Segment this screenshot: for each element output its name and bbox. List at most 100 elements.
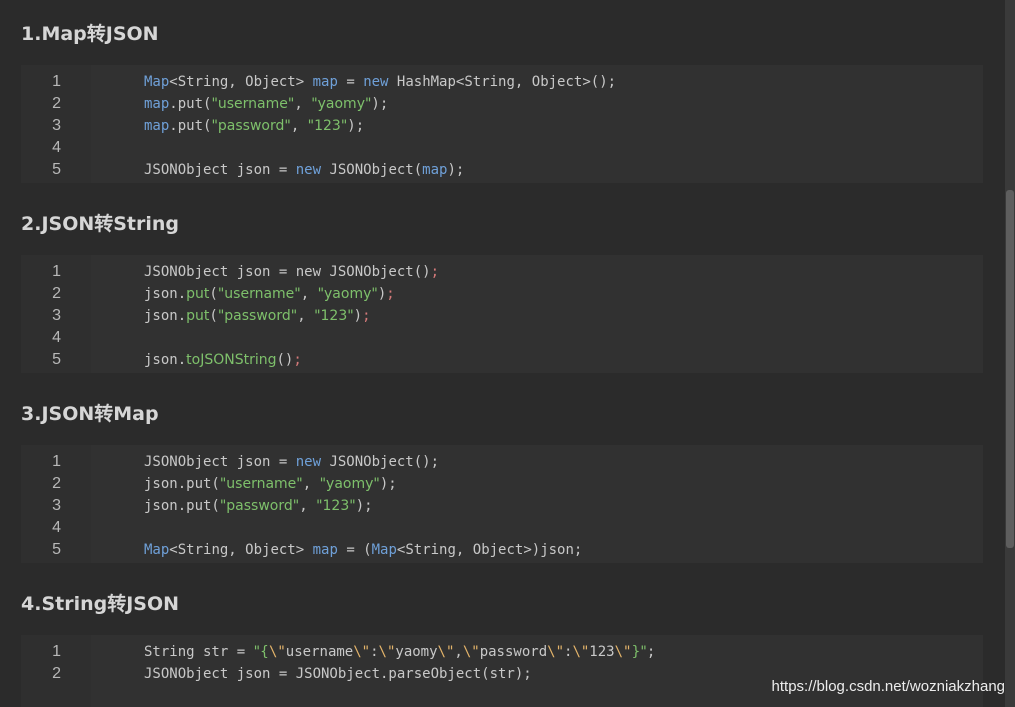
code-token: JSONObject( (321, 162, 423, 178)
code-text: JSONObject json = new JSONObject(); (144, 261, 439, 283)
code-token: ); (371, 96, 389, 112)
code-token: <String, Object>)json; (396, 542, 583, 558)
code-line: 4 (21, 517, 983, 539)
code-token: json.put( (144, 476, 220, 492)
code-token: = (337, 74, 364, 90)
line-number: 1 (52, 263, 61, 280)
code-token: ; (646, 644, 656, 660)
code-token: yaomy (395, 644, 438, 660)
code-token: json. (144, 352, 187, 368)
code-text: Map<String, Object> map = (Map<String, O… (144, 539, 582, 561)
code-token: new (295, 454, 322, 470)
code-token: , (300, 286, 318, 302)
code-block[interactable]: 1 String str = "{\"username\":\"yaomy\",\… (21, 635, 983, 707)
code-token: "123" (316, 498, 356, 514)
section-heading: 3.JSON转Map (21, 403, 159, 425)
code-token: .put( (169, 118, 212, 134)
line-number: 2 (52, 285, 61, 302)
line-number: 3 (52, 307, 61, 324)
code-token: new (363, 74, 389, 90)
code-token: \" (572, 644, 590, 660)
code-token: , (294, 96, 312, 112)
code-token: "username" (217, 286, 301, 302)
code-block[interactable]: 1 Map<String, Object> map = new HashMap<S… (21, 65, 983, 183)
code-token: toJSONString (186, 352, 277, 368)
code-line: 4 (21, 137, 983, 159)
code-token: "yaomy" (319, 476, 380, 492)
code-token: "password" (219, 498, 300, 514)
code-token: ); (355, 498, 373, 514)
code-line: 5 Map<String, Object> map = (Map<String, … (21, 539, 983, 561)
code-line: 2 json.put("username", "yaomy"); (21, 473, 983, 495)
code-token: <String, Object> (169, 542, 313, 558)
code-token: json. (144, 286, 187, 302)
code-token: json. (144, 308, 187, 324)
code-token: username (285, 644, 354, 660)
line-number: 1 (52, 73, 61, 90)
code-token: \" (614, 644, 632, 660)
code-text: json.put("password", "123"); (144, 495, 373, 517)
code-token: ; (362, 308, 371, 324)
line-number: 5 (52, 541, 61, 558)
code-line: 4 (21, 327, 983, 349)
code-text: json.put("username", "yaomy"); (144, 473, 397, 495)
code-line: 2 json.put("username", "yaomy"); (21, 283, 983, 305)
scrollbar-thumb[interactable] (1006, 190, 1014, 548)
article-page: 1.Map转JSON 1 Map<String, Object> map = ne… (0, 0, 1015, 707)
code-token: ); (379, 476, 397, 492)
code-text: Map<String, Object> map = new HashMap<St… (144, 71, 616, 93)
code-token: String str = (144, 644, 254, 660)
code-token: JSONObject json = new JSONObject() (144, 264, 431, 280)
code-token: "yaomy" (317, 286, 378, 302)
code-token: JSONObject(); (321, 454, 440, 470)
code-token: map (144, 96, 170, 112)
code-text: String str = "{\"username\":\"yaomy\",\"… (144, 641, 655, 663)
code-token: ) (377, 286, 387, 302)
code-token: .put( (169, 96, 212, 112)
code-text: json.put("password", "123"); (144, 305, 371, 327)
code-token: JSONObject json = (144, 454, 296, 470)
code-text: json.put("username", "yaomy"); (144, 283, 395, 305)
code-token: "123" (307, 118, 348, 134)
code-text: map.put("username", "yaomy"); (144, 93, 388, 115)
code-token: HashMap<String, Object>(); (388, 74, 617, 90)
line-number: 1 (52, 453, 61, 470)
code-line: 1 Map<String, Object> map = new HashMap<S… (21, 71, 983, 93)
code-token: , (299, 498, 317, 514)
code-text: map.put("password", "123"); (144, 115, 364, 137)
code-token: "password" (217, 308, 298, 324)
code-token: "username" (219, 476, 303, 492)
code-token: ( (209, 308, 218, 324)
code-text: json.toJSONString(); (144, 349, 302, 371)
code-token: json.put( (144, 498, 220, 514)
code-token: Map (371, 542, 397, 558)
code-line: 1 JSONObject json = new JSONObject(); (21, 451, 983, 473)
code-token: ; (386, 286, 395, 302)
code-token: ; (430, 264, 440, 280)
code-block[interactable]: 1 JSONObject json = new JSONObject(); 2 jso… (21, 255, 983, 373)
code-token: new (295, 162, 322, 178)
code-token: map (422, 162, 448, 178)
code-line: 2 map.put("username", "yaomy"); (21, 93, 983, 115)
code-token: <String, Object> (169, 74, 313, 90)
code-text: JSONObject json = new JSONObject(map); (144, 159, 464, 181)
code-token: "yaomy" (311, 96, 372, 112)
code-token: JSONObject json = (144, 162, 296, 178)
line-number: 4 (52, 519, 61, 536)
code-token: password (479, 644, 548, 660)
code-token: , (290, 118, 308, 134)
code-token: \" (353, 644, 371, 660)
code-block[interactable]: 1 JSONObject json = new JSONObject(); 2 jso… (21, 445, 983, 563)
code-token: \" (462, 644, 480, 660)
vertical-scrollbar[interactable] (1005, 0, 1015, 707)
code-token: ); (347, 118, 365, 134)
line-number: 5 (52, 161, 61, 178)
code-token: "123" (314, 308, 354, 324)
code-token: "username" (211, 96, 295, 112)
code-token: }" (631, 644, 647, 660)
code-token: : (370, 644, 379, 660)
code-token: Map (144, 74, 170, 90)
code-token: Map (144, 542, 170, 558)
code-token: "password" (211, 118, 291, 134)
section-heading: 4.String转JSON (21, 593, 180, 615)
